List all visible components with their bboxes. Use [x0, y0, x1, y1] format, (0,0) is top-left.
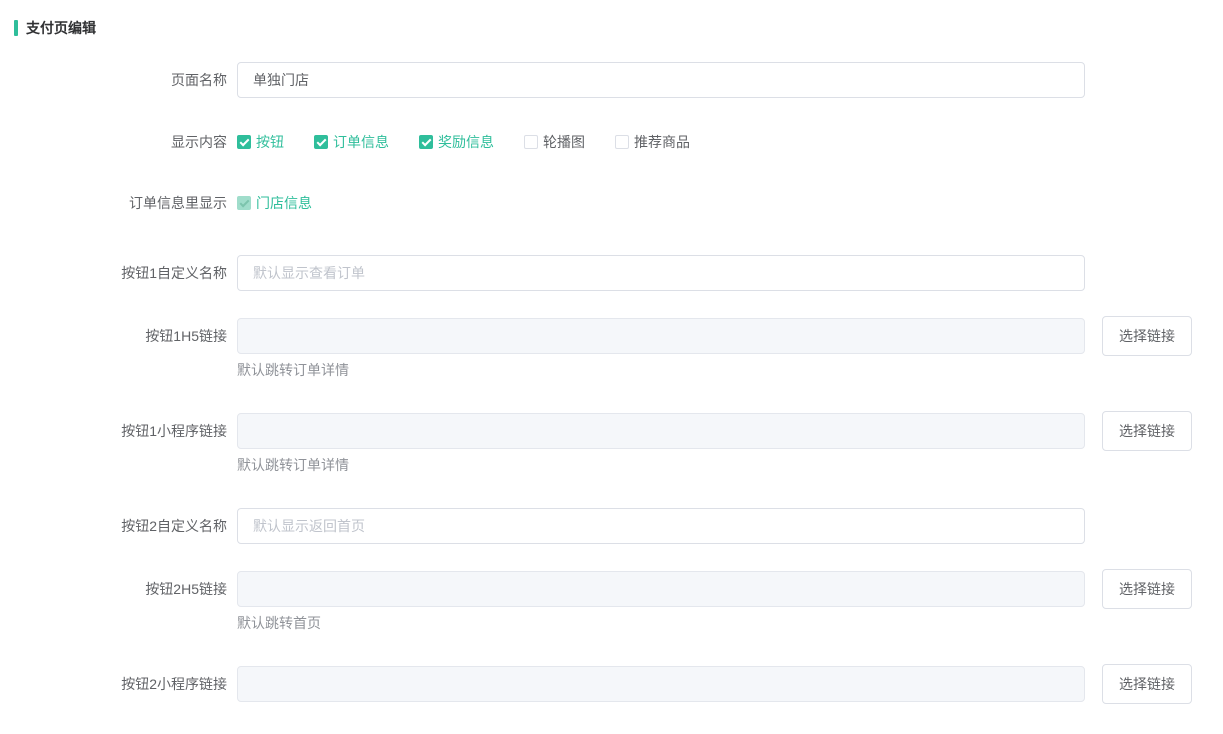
select-link-button[interactable]: 选择链接 — [1102, 316, 1192, 356]
page-title: 支付页编辑 — [14, 20, 1223, 36]
checkbox-icon[interactable] — [419, 135, 433, 149]
btn2-mini-link-label: 按钮2小程序链接 — [0, 666, 227, 702]
form-item-page-name: 页面名称 — [0, 62, 1223, 98]
form-item-btn2-name: 按钮2自定义名称 — [0, 508, 1223, 544]
field-hint: 默认跳转订单详情 — [237, 363, 1085, 377]
field-hint: 默认跳转首页 — [237, 616, 1085, 630]
checkbox-icon — [237, 196, 251, 210]
checkbox-recommended-products[interactable]: 推荐商品 — [615, 132, 690, 152]
page-name-input[interactable] — [237, 62, 1085, 98]
btn2-h5-link-input — [237, 571, 1085, 607]
field-hint: 默认跳转订单详情 — [237, 458, 1085, 472]
select-link-button[interactable]: 选择链接 — [1102, 569, 1192, 609]
page-name-label: 页面名称 — [0, 62, 227, 98]
select-link-button[interactable]: 选择链接 — [1102, 664, 1192, 704]
btn2-mini-link-input — [237, 666, 1085, 702]
btn1-h5-link-input — [237, 318, 1085, 354]
checkbox-reward-info[interactable]: 奖励信息 — [419, 132, 494, 152]
form-item-btn2-h5-link: 按钮2H5链接 默认跳转首页 选择链接 — [0, 571, 1223, 630]
btn1-mini-link-input — [237, 413, 1085, 449]
checkbox-store-info: 门店信息 — [237, 193, 312, 213]
checkbox-icon[interactable] — [237, 135, 251, 149]
form-item-btn1-mini-link: 按钮1小程序链接 默认跳转订单详情 选择链接 — [0, 413, 1223, 472]
form-item-order-info-display: 订单信息里显示 门店信息 — [0, 193, 1223, 213]
order-info-display-checkbox-group: 门店信息 — [237, 193, 342, 213]
checkbox-order-info[interactable]: 订单信息 — [314, 132, 389, 152]
payment-page-form: 页面名称 显示内容 按钮 订单信息 奖励信息 轮播图 — [0, 62, 1223, 704]
checkbox-button[interactable]: 按钮 — [237, 132, 284, 152]
order-info-display-label: 订单信息里显示 — [0, 193, 227, 213]
form-item-display-content: 显示内容 按钮 订单信息 奖励信息 轮播图 推荐商品 — [0, 132, 1223, 152]
title-accent-bar — [14, 20, 18, 36]
btn1-h5-link-label: 按钮1H5链接 — [0, 318, 227, 354]
page-title-text: 支付页编辑 — [26, 20, 96, 36]
checkbox-carousel[interactable]: 轮播图 — [524, 132, 585, 152]
btn1-mini-link-label: 按钮1小程序链接 — [0, 413, 227, 449]
btn2-name-label: 按钮2自定义名称 — [0, 508, 227, 544]
display-content-checkbox-group: 按钮 订单信息 奖励信息 轮播图 推荐商品 — [237, 132, 720, 152]
checkbox-icon[interactable] — [615, 135, 629, 149]
btn2-h5-link-label: 按钮2H5链接 — [0, 571, 227, 607]
checkbox-icon[interactable] — [314, 135, 328, 149]
btn1-name-input[interactable] — [237, 255, 1085, 291]
display-content-label: 显示内容 — [0, 132, 227, 152]
checkbox-icon[interactable] — [524, 135, 538, 149]
btn2-name-input[interactable] — [237, 508, 1085, 544]
form-item-btn1-name: 按钮1自定义名称 — [0, 255, 1223, 291]
form-item-btn2-mini-link: 按钮2小程序链接 选择链接 — [0, 666, 1223, 704]
select-link-button[interactable]: 选择链接 — [1102, 411, 1192, 451]
form-item-btn1-h5-link: 按钮1H5链接 默认跳转订单详情 选择链接 — [0, 318, 1223, 377]
btn1-name-label: 按钮1自定义名称 — [0, 255, 227, 291]
